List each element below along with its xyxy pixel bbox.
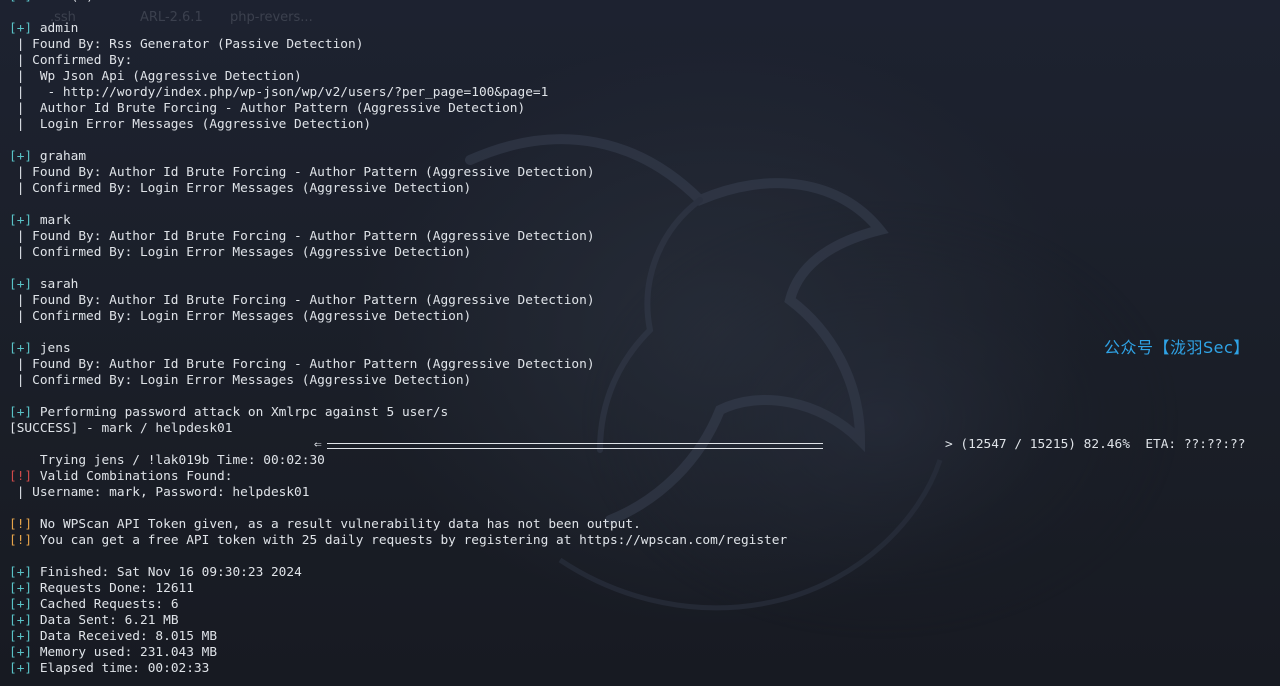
note-line: [!] You can get a free API token with 25… bbox=[9, 533, 1280, 549]
valid-title: [!] Valid Combinations Found: bbox=[9, 469, 233, 484]
attack-line: [+] Performing password attack on Xmlrpc… bbox=[9, 405, 449, 420]
progress-arrow-icon: ⇐ bbox=[314, 437, 322, 452]
status-tag: [+] bbox=[9, 565, 33, 580]
user-detail-line: | Login Error Messages (Aggressive Detec… bbox=[9, 117, 372, 132]
terminal-output[interactable]: [+] User(s) Identified: [+] admin | Foun… bbox=[9, 0, 1280, 677]
status-tag: [+] bbox=[9, 597, 33, 612]
user-detail-line: | Found By: Author Id Brute Forcing - Au… bbox=[9, 165, 595, 180]
summary-line: [+] Memory used: 231.043 MB bbox=[9, 645, 1280, 661]
summary-list: [+] Finished: Sat Nov 16 09:30:23 2024 [+… bbox=[9, 565, 1280, 677]
summary-line: [+] Finished: Sat Nov 16 09:30:23 2024 bbox=[9, 565, 1280, 581]
user-detail-line: | Found By: Rss Generator (Passive Detec… bbox=[9, 37, 364, 52]
summary-text: Data Received: 8.015 MB bbox=[39, 629, 218, 644]
status-tag: [+] bbox=[9, 629, 33, 644]
user-detail-line: | Found By: Author Id Brute Forcing - Au… bbox=[9, 293, 595, 308]
watermark-text: 公众号【泷羽Sec】 bbox=[1104, 338, 1250, 357]
user-detail-line: | Confirmed By: bbox=[9, 53, 133, 68]
status-tag: [+] bbox=[9, 613, 33, 628]
status-tag: [+] bbox=[9, 341, 33, 356]
user-detail-line: | Found By: Author Id Brute Forcing - Au… bbox=[9, 357, 595, 372]
user-detail-line: | Confirmed By: Login Error Messages (Ag… bbox=[9, 309, 472, 324]
summary-text: Elapsed time: 00:02:33 bbox=[39, 661, 210, 676]
summary-text: Finished: Sat Nov 16 09:30:23 2024 bbox=[39, 565, 302, 580]
summary-text: Requests Done: 12611 bbox=[39, 581, 194, 596]
progress-line: Trying jens / !lak019b Time: 00:02:30 ⇐ … bbox=[9, 437, 1280, 468]
user-entry-0: [+] admin bbox=[9, 21, 1280, 37]
summary-text: Cached Requests: 6 bbox=[39, 597, 179, 612]
status-tag: [+] bbox=[9, 213, 33, 228]
summary-line: [+] Data Received: 8.015 MB bbox=[9, 629, 1280, 645]
progress-bar bbox=[327, 443, 823, 449]
username: jens bbox=[39, 341, 71, 356]
user-detail-line: | Wp Json Api (Aggressive Detection) bbox=[9, 69, 302, 84]
user-list: [+] admin | Found By: Rss Generator (Pas… bbox=[9, 21, 1280, 405]
user-detail-line: | Found By: Author Id Brute Forcing - Au… bbox=[9, 229, 595, 244]
status-tag: [+] bbox=[9, 21, 33, 36]
progress-stats: > (12547 / 15215) 82.46% ETA: ??:??:?? bbox=[945, 437, 1246, 452]
note-text: You can get a free API token with 25 dai… bbox=[39, 533, 788, 548]
status-tag: [+] bbox=[9, 149, 33, 164]
status-tag: [+] bbox=[9, 581, 33, 596]
user-detail-line: | - http://wordy/index.php/wp-json/wp/v2… bbox=[9, 85, 549, 100]
status-tag: [+] bbox=[9, 661, 33, 676]
note-line: [!] No WPScan API Token given, as a resu… bbox=[9, 517, 1280, 533]
notes-list: [!] No WPScan API Token given, as a resu… bbox=[9, 517, 1280, 549]
username: sarah bbox=[39, 277, 79, 292]
warn-tag: [!] bbox=[9, 533, 33, 548]
valid-credentials: | Username: mark, Password: helpdesk01 bbox=[9, 485, 310, 500]
user-detail-line: | Author Id Brute Forcing - Author Patte… bbox=[9, 101, 526, 116]
user-entry-3: [+] sarah bbox=[9, 277, 1280, 293]
summary-line: [+] Data Sent: 6.21 MB bbox=[9, 613, 1280, 629]
status-tag: [+] bbox=[9, 645, 33, 660]
summary-line: [+] Elapsed time: 00:02:33 bbox=[9, 661, 1280, 677]
summary-text: Data Sent: 6.21 MB bbox=[39, 613, 179, 628]
success-line: [SUCCESS] - mark / helpdesk01 bbox=[9, 421, 233, 436]
trying-text: Trying jens / !lak019b Time: 00:02:30 bbox=[39, 453, 325, 468]
user-detail-line: | Confirmed By: Login Error Messages (Ag… bbox=[9, 245, 472, 260]
user-detail-line: | Confirmed By: Login Error Messages (Ag… bbox=[9, 373, 472, 388]
user-entry-1: [+] graham bbox=[9, 149, 1280, 165]
user-entry-2: [+] mark bbox=[9, 213, 1280, 229]
user-entry-4: [+] jens bbox=[9, 341, 1280, 357]
summary-line: [+] Cached Requests: 6 bbox=[9, 597, 1280, 613]
username: mark bbox=[39, 213, 71, 228]
note-text: No WPScan API Token given, as a result v… bbox=[39, 517, 641, 532]
user-detail-line: | Confirmed By: Login Error Messages (Ag… bbox=[9, 181, 472, 196]
username: graham bbox=[39, 149, 87, 164]
summary-text: Memory used: 231.043 MB bbox=[39, 645, 218, 660]
username: admin bbox=[39, 21, 79, 36]
summary-line: [+] Requests Done: 12611 bbox=[9, 581, 1280, 597]
status-tag: [+] bbox=[9, 277, 33, 292]
